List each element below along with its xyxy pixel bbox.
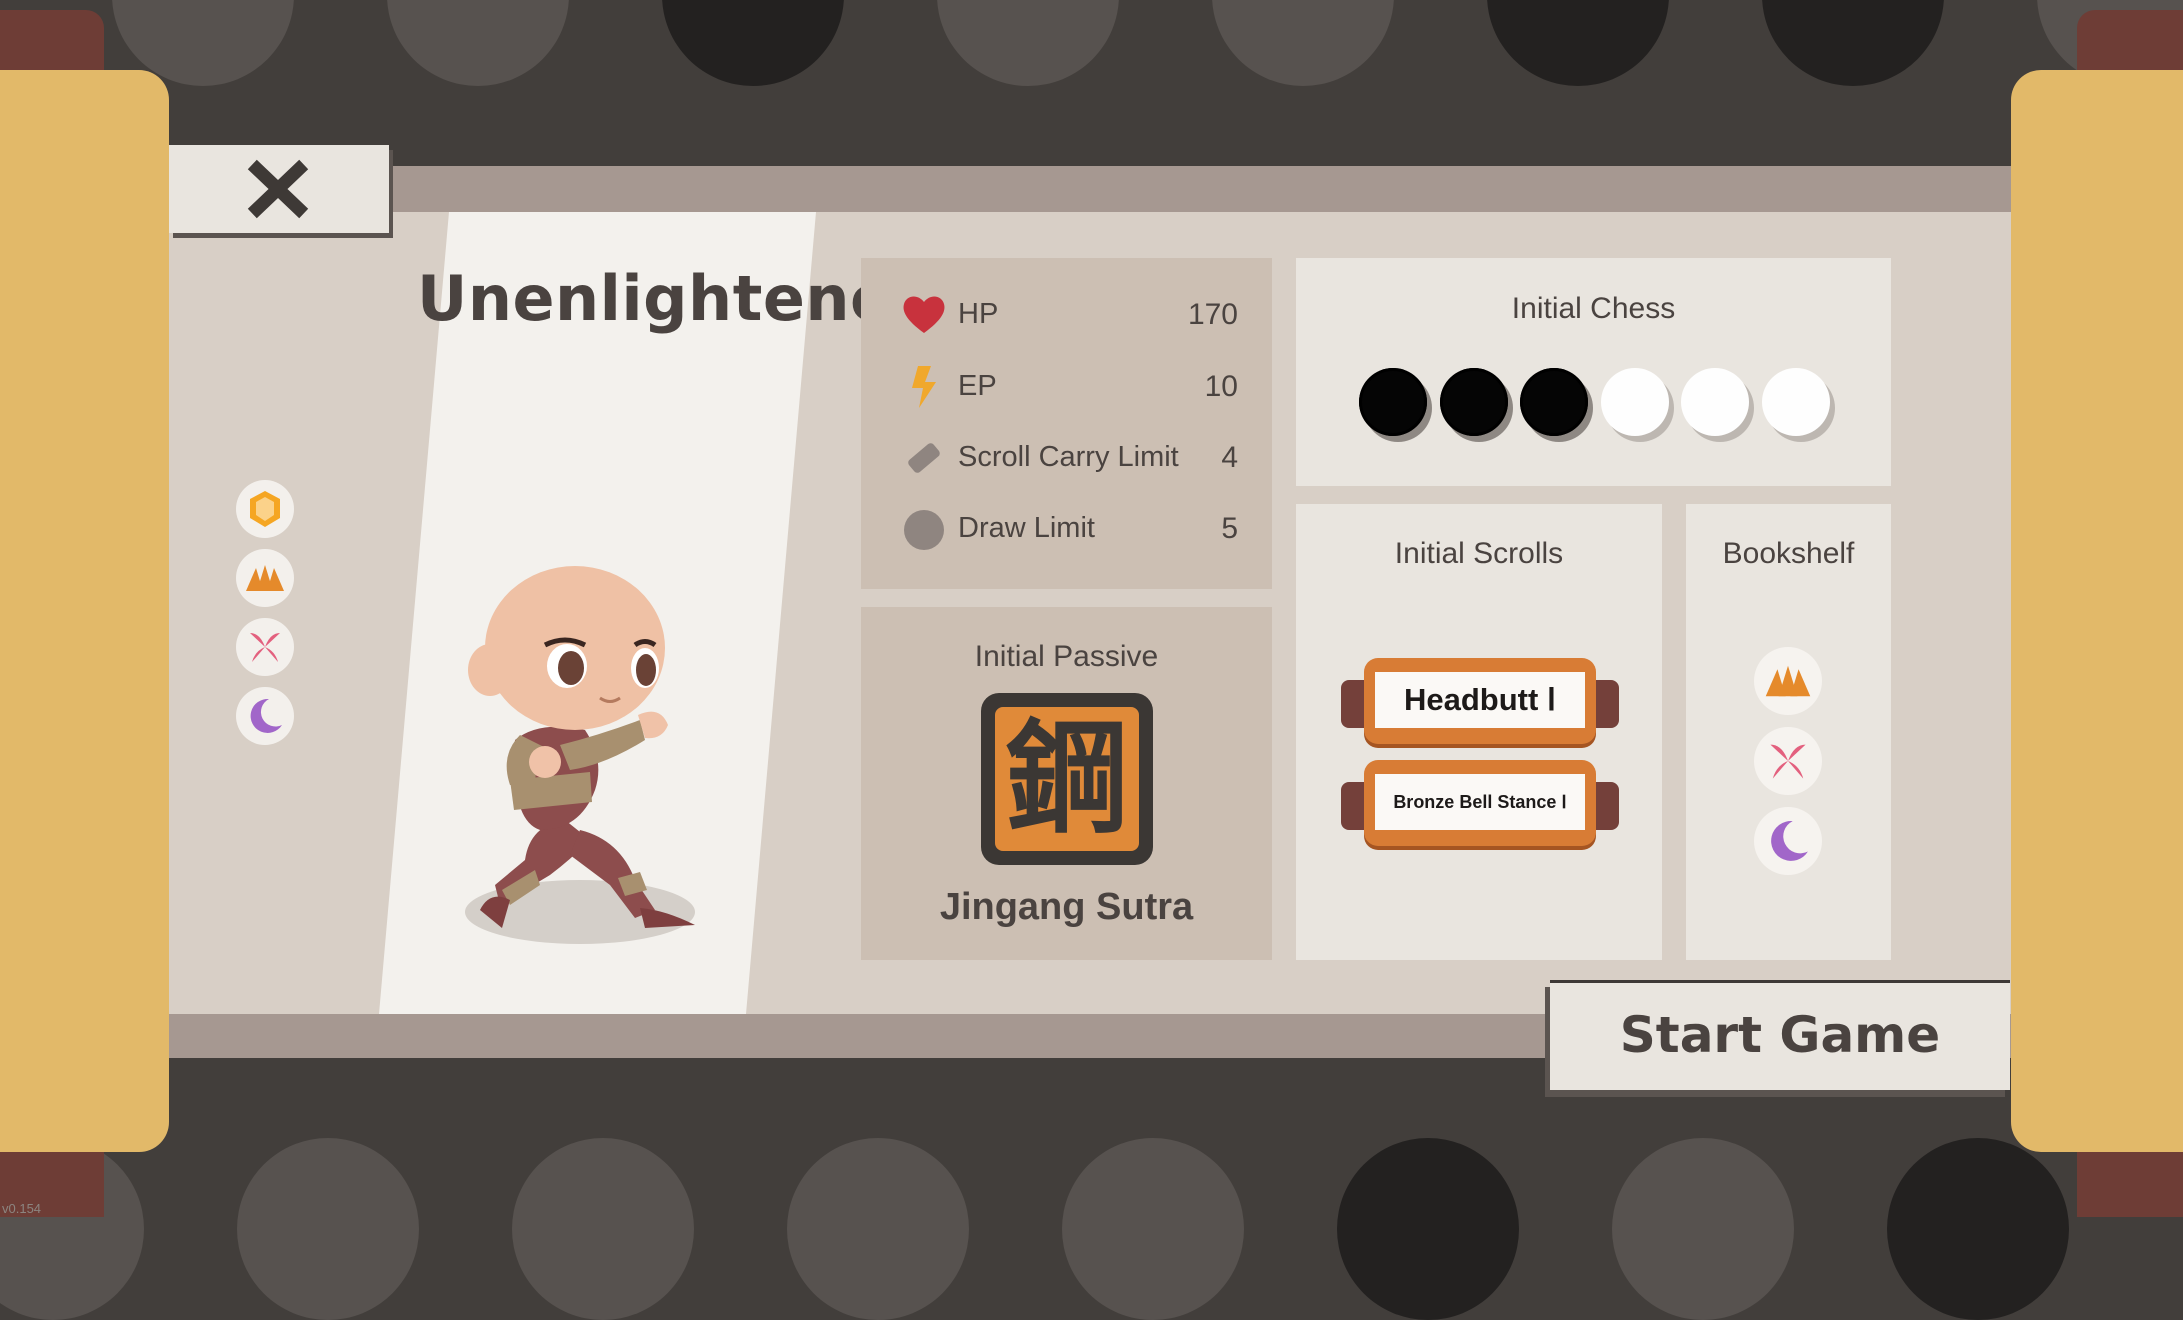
moon-icon bbox=[1771, 821, 1808, 861]
stat-draw-limit-value: 5 bbox=[1221, 512, 1238, 545]
scroll-item-bronze-bell-stance[interactable]: Bronze Bell Stance Ⅰ bbox=[1341, 760, 1619, 850]
passive-icon[interactable]: 鋼 bbox=[981, 693, 1153, 865]
right-scroll-roller bbox=[2011, 70, 2183, 1152]
faction-hexagon-button[interactable] bbox=[236, 480, 294, 538]
close-button[interactable] bbox=[169, 145, 389, 233]
monk-character-illustration bbox=[465, 566, 695, 944]
initial-scrolls-title: Initial Scrolls bbox=[1394, 537, 1564, 570]
passive-name: Jingang Sutra bbox=[939, 886, 1194, 928]
mountain-icon bbox=[246, 565, 284, 591]
circle-icon bbox=[904, 510, 944, 550]
butterfly-icon bbox=[1770, 744, 1806, 779]
butterfly-icon bbox=[250, 633, 280, 662]
close-icon bbox=[247, 159, 309, 219]
chess-stone-white bbox=[1601, 368, 1669, 436]
scroll-icon bbox=[908, 443, 940, 473]
mountain-icon bbox=[1765, 665, 1811, 697]
bookshelf-title: Bookshelf bbox=[1722, 537, 1855, 570]
chess-stone-black bbox=[1520, 368, 1588, 436]
stat-ep-label: EP bbox=[958, 370, 997, 402]
hexagon-icon bbox=[250, 491, 280, 527]
faction-mountain-button[interactable] bbox=[236, 549, 294, 607]
stat-ep-value: 10 bbox=[1204, 370, 1238, 403]
left-scroll-roller bbox=[0, 70, 169, 1152]
faction-moon-button[interactable] bbox=[236, 687, 294, 745]
moon-icon bbox=[250, 698, 282, 733]
stat-scroll-carry-limit-value: 4 bbox=[1221, 441, 1238, 474]
character-name: Unenlightened bbox=[417, 262, 938, 335]
scroll-label: Bronze Bell Stance Ⅰ bbox=[1375, 774, 1585, 830]
scroll-label: Headbutt Ⅰ bbox=[1375, 672, 1585, 728]
heart-icon bbox=[903, 296, 945, 333]
bookshelf-moon-button[interactable] bbox=[1754, 807, 1822, 875]
faction-butterfly-button[interactable] bbox=[236, 618, 294, 676]
bookshelf-butterfly-button[interactable] bbox=[1754, 727, 1822, 795]
stat-scroll-carry-limit-label: Scroll Carry Limit bbox=[958, 441, 1179, 473]
chess-stone-white bbox=[1762, 368, 1830, 436]
lightning-icon bbox=[912, 366, 936, 408]
version-label: v0.154 bbox=[2, 1201, 42, 1216]
initial-passive-title: Initial Passive bbox=[974, 640, 1159, 673]
chess-stone-white bbox=[1681, 368, 1749, 436]
bookshelf-mountain-button[interactable] bbox=[1754, 647, 1822, 715]
start-game-button[interactable]: Start Game bbox=[1550, 980, 2010, 1090]
chess-stone-black bbox=[1440, 368, 1508, 436]
stat-hp-label: HP bbox=[958, 298, 999, 330]
passive-glyph: 鋼 bbox=[1006, 708, 1128, 850]
board-top-strip bbox=[150, 166, 2034, 212]
stat-draw-limit-label: Draw Limit bbox=[958, 512, 1095, 544]
scroll-item-headbutt[interactable]: Headbutt Ⅰ bbox=[1341, 658, 1619, 748]
chess-stone-black bbox=[1359, 368, 1427, 436]
initial-chess-title: Initial Chess bbox=[1511, 292, 1676, 325]
stat-hp-value: 170 bbox=[1187, 298, 1238, 331]
